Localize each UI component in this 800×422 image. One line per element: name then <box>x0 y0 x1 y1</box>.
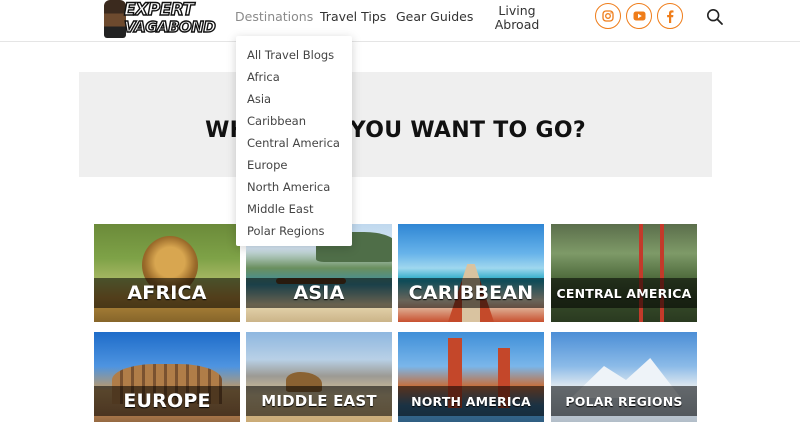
tile-label: POLAR REGIONS <box>565 393 683 409</box>
tile-label-bar: CENTRAL AMERICA <box>551 278 697 308</box>
nav-gear-guides[interactable]: Gear Guides <box>396 9 473 24</box>
menu-item-north-america[interactable]: North America <box>236 176 352 198</box>
tile-label: CARIBBEAN <box>408 282 534 304</box>
logo-text-line1: EXPERT <box>123 0 195 21</box>
menu-item-middle-east[interactable]: Middle East <box>236 198 352 220</box>
menu-item-asia[interactable]: Asia <box>236 88 352 110</box>
nav-destinations[interactable]: Destinations <box>235 9 313 24</box>
site-logo[interactable]: EXPERT VAGABOND <box>102 0 217 40</box>
tile-label-bar: EUROPE <box>94 386 240 416</box>
tile-label: NORTH AMERICA <box>411 393 531 409</box>
tile-label: MIDDLE EAST <box>261 392 377 410</box>
search-button[interactable] <box>706 8 724 26</box>
menu-item-all-travel-blogs[interactable]: All Travel Blogs <box>236 44 352 66</box>
menu-item-africa[interactable]: Africa <box>236 66 352 88</box>
tile-label: AFRICA <box>127 282 207 304</box>
search-icon <box>706 8 723 25</box>
tile-central-america[interactable]: CENTRAL AMERICA <box>551 224 697 322</box>
instagram-button[interactable] <box>595 3 621 29</box>
destinations-dropdown-menu: All Travel Blogs Africa Asia Caribbean C… <box>236 36 352 246</box>
tile-label: CENTRAL AMERICA <box>556 285 692 301</box>
nav-living-abroad-line2: Abroad <box>494 17 540 32</box>
tile-caribbean[interactable]: CARIBBEAN <box>398 224 544 322</box>
logo-mascot-icon <box>104 0 126 38</box>
tile-europe[interactable]: EUROPE <box>94 332 240 422</box>
menu-item-europe[interactable]: Europe <box>236 154 352 176</box>
tile-label-bar: MIDDLE EAST <box>246 386 392 416</box>
tile-label-bar: ASIA <box>246 278 392 308</box>
menu-item-polar-regions[interactable]: Polar Regions <box>236 220 352 242</box>
nav-living-abroad[interactable]: Living Abroad <box>486 4 548 32</box>
menu-item-caribbean[interactable]: Caribbean <box>236 110 352 132</box>
site-header: EXPERT VAGABOND Destinations Travel Tips… <box>0 0 800 42</box>
tile-middle-east[interactable]: MIDDLE EAST <box>246 332 392 422</box>
page-title: WHERE DO YOU WANT TO GO? <box>205 118 586 143</box>
nav-living-abroad-line1: Living <box>498 3 536 18</box>
menu-item-central-america[interactable]: Central America <box>236 132 352 154</box>
facebook-button[interactable] <box>657 3 683 29</box>
youtube-icon <box>633 11 645 21</box>
tile-africa[interactable]: AFRICA <box>94 224 240 322</box>
hero-banner: WHERE DO YOU WANT TO GO? <box>79 72 712 177</box>
tile-label-bar: CARIBBEAN <box>398 278 544 308</box>
tile-label: EUROPE <box>123 390 211 412</box>
tile-north-america[interactable]: NORTH AMERICA <box>398 332 544 422</box>
instagram-icon <box>602 10 614 22</box>
tile-label-bar: AFRICA <box>94 278 240 308</box>
tile-polar-regions[interactable]: POLAR REGIONS <box>551 332 697 422</box>
tile-label: ASIA <box>293 282 345 304</box>
youtube-button[interactable] <box>626 3 652 29</box>
nav-travel-tips[interactable]: Travel Tips <box>320 9 386 24</box>
tile-label-bar: NORTH AMERICA <box>398 386 544 416</box>
logo-text-line2: VAGABOND <box>123 17 216 36</box>
facebook-icon <box>667 9 674 23</box>
tile-label-bar: POLAR REGIONS <box>551 386 697 416</box>
